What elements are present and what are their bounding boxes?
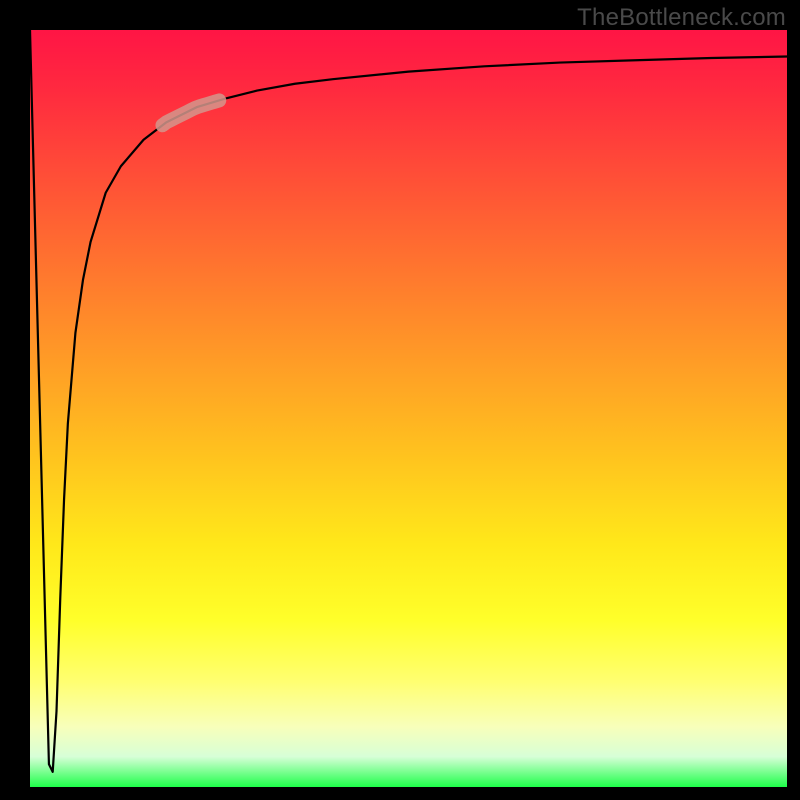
attribution-text: TheBottleneck.com	[577, 4, 786, 32]
attribution-label: TheBottleneck.com	[577, 4, 786, 31]
curve-layer	[30, 30, 787, 787]
chart-container: TheBottleneck.com	[0, 0, 800, 800]
plot-area	[30, 30, 787, 787]
highlight-segment	[162, 100, 219, 125]
bottleneck-curve	[30, 30, 787, 772]
